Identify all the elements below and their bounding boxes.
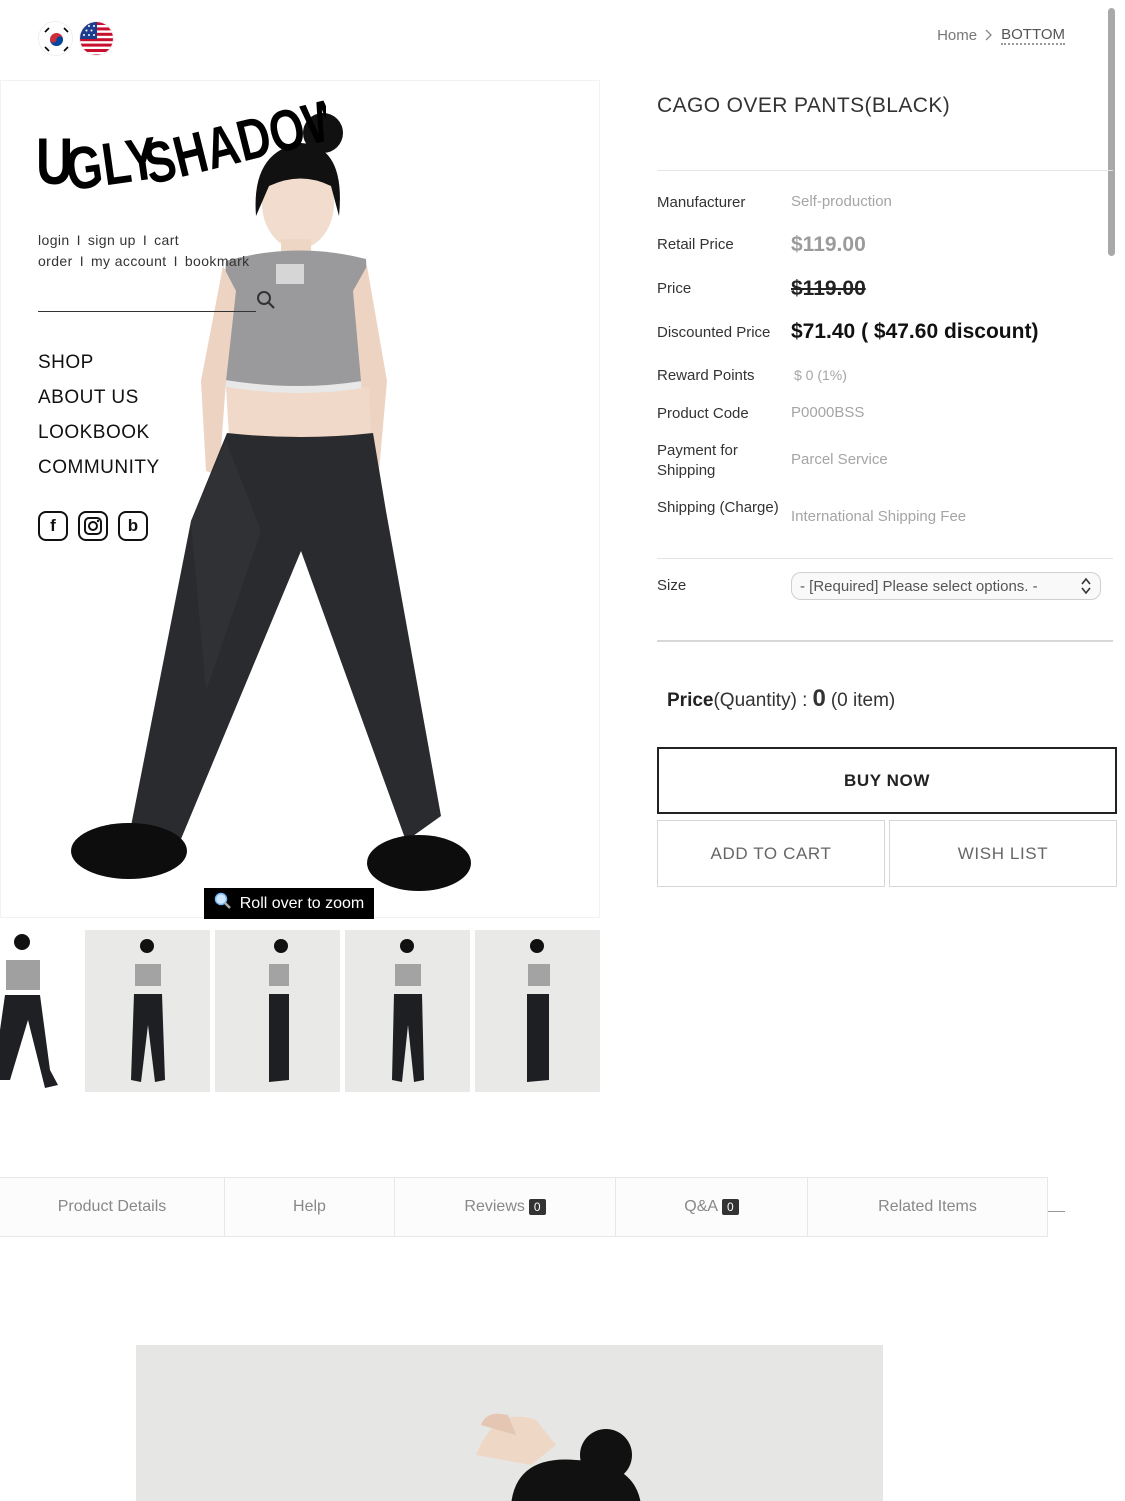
breadcrumb-current[interactable]: BOTTOM	[1001, 26, 1065, 45]
thumbnail[interactable]	[0, 930, 80, 1092]
model-figure-illustration	[71, 113, 471, 891]
breadcrumb: Home BOTTOM	[937, 26, 1065, 45]
blog-icon[interactable]: b	[118, 511, 148, 541]
page-scrollbar[interactable]	[1108, 8, 1115, 256]
order-link[interactable]: order	[38, 253, 73, 269]
price-quantity-label: Price	[667, 690, 714, 711]
buy-now-button[interactable]: BUY NOW	[657, 747, 1117, 814]
spec-value: International Shipping Fee	[791, 508, 967, 525]
thumbnail[interactable]	[345, 930, 470, 1092]
wish-list-button[interactable]: WISH LIST	[889, 820, 1117, 887]
tab-label: Help	[293, 1198, 326, 1215]
breadcrumb-chevron-icon	[985, 28, 993, 44]
search-input[interactable]	[38, 284, 256, 312]
spec-value: P0000BSS	[791, 404, 865, 421]
reviews-count-badge: 0	[528, 1199, 546, 1215]
breadcrumb-home[interactable]: Home	[937, 27, 977, 44]
tab-label: Related Items	[878, 1198, 977, 1215]
svg-text:SHADOW: SHADOW	[138, 85, 326, 198]
total-price-value: 0	[812, 685, 826, 712]
model-detail-illustration	[476, 1413, 641, 1501]
zoom-tooltip-text: Roll over to zoom	[239, 894, 365, 912]
divider	[1048, 1211, 1065, 1212]
qna-count-badge: 0	[722, 1199, 739, 1215]
link-separator: I	[79, 253, 84, 269]
spec-label: Manufacturer	[657, 194, 746, 211]
facebook-icon[interactable]: f	[38, 511, 68, 541]
add-to-cart-button[interactable]: ADD TO CART	[657, 820, 885, 887]
product-detail-image	[136, 1345, 883, 1501]
search-box	[38, 284, 278, 314]
search-icon[interactable]	[256, 290, 276, 315]
tab-qna[interactable]: Q&A 0	[616, 1178, 808, 1236]
thumbnail[interactable]	[475, 930, 600, 1092]
bookmark-link[interactable]: bookmark	[185, 253, 250, 269]
tab-label: Q&A	[684, 1198, 719, 1215]
spec-label: Discounted Price	[657, 324, 771, 341]
nav-item-shop[interactable]: SHOP	[38, 345, 160, 380]
tab-reviews[interactable]: Reviews 0	[395, 1178, 616, 1236]
spec-value: $ 0 (1%)	[794, 367, 847, 383]
login-link[interactable]: login	[38, 232, 70, 248]
link-separator: I	[142, 232, 148, 248]
tab-product-details[interactable]: Product Details	[0, 1178, 225, 1236]
size-label: Size	[657, 577, 687, 594]
language-selector	[38, 21, 114, 56]
select-arrows-icon	[1081, 576, 1091, 597]
main-nav: SHOP ABOUT US LOOKBOOK COMMUNITY	[38, 345, 160, 485]
nav-item-about-us[interactable]: ABOUT US	[38, 380, 160, 415]
zoom-tooltip: Roll over to zoom	[204, 888, 374, 919]
cart-link[interactable]: cart	[154, 232, 179, 248]
product-title: CAGO OVER PANTS(BLACK)	[657, 94, 951, 117]
spec-label: Product Code	[657, 405, 749, 422]
divider	[657, 640, 1113, 642]
product-tabs: Product Details Help Reviews 0 Q&A 0 Rel…	[0, 1177, 1048, 1237]
spec-label: Price	[657, 280, 692, 297]
ugly-shadow-logo[interactable]: U GLY SHADOW	[36, 76, 326, 206]
spec-value: Self-production	[791, 193, 892, 210]
divider	[657, 170, 1113, 171]
tab-related-items[interactable]: Related Items	[808, 1178, 1048, 1236]
size-select-value: - [Required] Please select options. -	[800, 577, 1038, 595]
link-separator: I	[173, 253, 178, 269]
tab-label: Reviews	[464, 1198, 525, 1215]
tab-label: Product Details	[57, 1198, 167, 1215]
magnifier-icon	[214, 892, 232, 915]
spec-label: Retail Price	[657, 236, 734, 253]
social-links: f b	[38, 511, 148, 541]
nav-item-community[interactable]: COMMUNITY	[38, 450, 160, 485]
link-separator: I	[76, 232, 81, 248]
sign-up-link[interactable]: sign up	[88, 232, 136, 248]
spec-label: Reward Points	[657, 367, 755, 384]
my-account-link[interactable]: my account	[91, 253, 167, 269]
item-count: (0 item)	[830, 690, 896, 711]
price-value: $119.00	[791, 277, 866, 300]
spec-label: Shipping (Charge)	[657, 499, 779, 516]
retail-price-value: $119.00	[791, 233, 866, 256]
divider	[657, 558, 1113, 559]
price-quantity-summary: Price (Quantity) : 0 (0 item)	[667, 685, 895, 713]
thumbnail[interactable]	[85, 930, 210, 1092]
thumbnail[interactable]	[215, 930, 340, 1092]
tab-help[interactable]: Help	[225, 1178, 395, 1236]
nav-item-lookbook[interactable]: LOOKBOOK	[38, 415, 160, 450]
discounted-price-value: $71.40 ( $47.60 discount)	[791, 320, 1039, 343]
spec-label: Payment for Shipping	[657, 442, 738, 479]
price-quantity-suffix: (Quantity) :	[713, 690, 808, 711]
us-flag-icon[interactable]	[79, 21, 114, 56]
size-select[interactable]: - [Required] Please select options. -	[791, 572, 1101, 600]
korean-flag-icon[interactable]	[38, 21, 73, 56]
account-links: login Isign up Icart order Imy account Ibook…	[38, 230, 250, 272]
spec-value: Parcel Service	[791, 451, 888, 468]
instagram-icon[interactable]	[78, 511, 108, 541]
